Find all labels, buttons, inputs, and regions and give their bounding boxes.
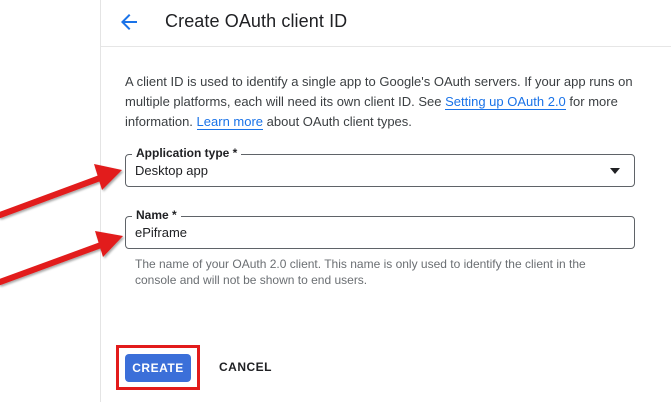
page-header: Create OAuth client ID — [101, 0, 671, 47]
intro-text-part-3: about OAuth client types. — [263, 114, 412, 129]
setting-up-oauth-link[interactable]: Setting up OAuth 2.0 — [445, 94, 566, 110]
dropdown-caret-icon — [610, 168, 620, 174]
create-button[interactable]: CREATE — [125, 354, 191, 382]
create-button-highlight: CREATE — [116, 345, 200, 390]
application-type-value: Desktop app — [135, 163, 208, 178]
name-hint: The name of your OAuth 2.0 client. This … — [135, 257, 586, 287]
learn-more-link[interactable]: Learn more — [196, 114, 264, 130]
create-client-panel: Create OAuth client ID A client ID is us… — [100, 0, 671, 402]
page-title: Create OAuth client ID — [165, 11, 348, 31]
application-type-select[interactable]: Application type * Desktop app — [125, 146, 635, 187]
back-button[interactable] — [117, 10, 141, 34]
name-input[interactable]: Name * ePiframe — [125, 208, 635, 249]
oauth-client-page: Create OAuth client ID A client ID is us… — [0, 0, 671, 402]
arrow-back-icon — [121, 14, 137, 30]
application-type-label: Application type * — [132, 146, 242, 160]
name-label: Name * — [132, 208, 181, 222]
cancel-button[interactable]: CANCEL — [219, 360, 272, 374]
intro-text: A client ID is used to identify a single… — [125, 72, 645, 132]
name-value: ePiframe — [135, 225, 188, 240]
